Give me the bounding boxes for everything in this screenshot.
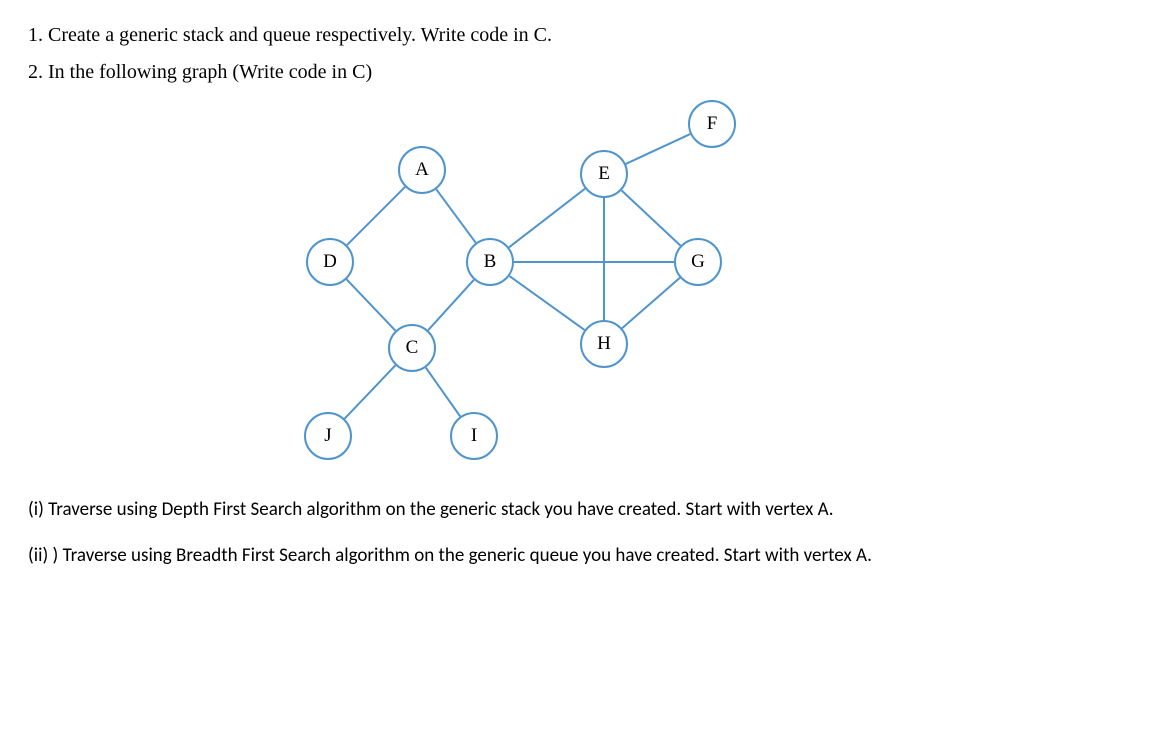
question-1-text: 1. Create a generic stack and queue resp… <box>28 24 1143 47</box>
graph-node-I: I <box>450 412 498 460</box>
edge-B-E <box>509 189 585 248</box>
question-2-text: 2. In the following graph (Write code in… <box>28 61 1143 84</box>
edge-C-B <box>428 280 474 330</box>
edge-A-B <box>436 189 475 242</box>
graph-node-F: F <box>688 100 736 148</box>
edge-E-G <box>622 190 681 245</box>
graph-node-A: A <box>398 146 446 194</box>
graph-node-H: H <box>580 320 628 368</box>
edge-E-F <box>626 134 690 164</box>
sub-question-i: (i) Traverse using Depth First Search al… <box>28 496 1143 524</box>
graph-node-G: G <box>674 238 722 286</box>
sub-question-ii: (ii) ) Traverse using Breadth First Sear… <box>28 542 1143 570</box>
edge-B-H <box>509 276 584 330</box>
graph-figure: A E F D B G C H J I <box>228 98 748 478</box>
edge-C-I <box>426 368 460 417</box>
edge-D-C <box>347 279 396 330</box>
edge-H-G <box>622 278 680 328</box>
edge-C-J <box>345 365 396 418</box>
graph-node-E: E <box>580 150 628 198</box>
edge-A-D <box>347 187 405 245</box>
graph-node-D: D <box>306 238 354 286</box>
graph-node-C: C <box>388 324 436 372</box>
graph-node-B: B <box>466 238 514 286</box>
graph-node-J: J <box>304 412 352 460</box>
